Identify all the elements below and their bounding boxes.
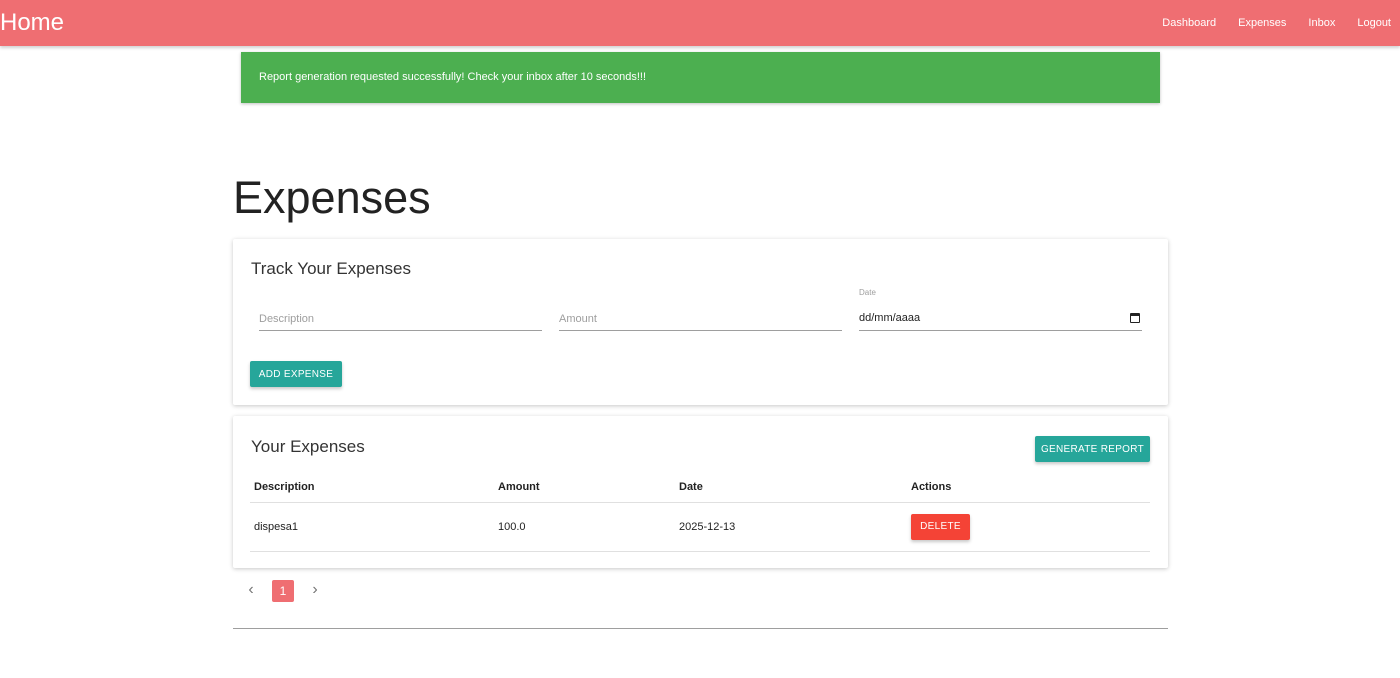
nav-links: Dashboard Expenses Inbox Logout: [1151, 0, 1400, 46]
form-card-title: Track Your Expenses: [251, 259, 412, 278]
cell-amount: 100.0: [494, 502, 675, 552]
page-title: Expenses: [233, 172, 431, 223]
date-input-value: dd/mm/aaaa: [859, 312, 921, 324]
description-input[interactable]: [259, 307, 542, 331]
success-alert: Report generation requested successfully…: [241, 52, 1160, 103]
nav-link-expenses[interactable]: Expenses: [1227, 0, 1297, 46]
chevron-left-icon[interactable]: ‹: [240, 580, 262, 602]
expenses-table: Description Amount Date Actions dispesa1…: [250, 472, 1150, 552]
header-actions: Actions: [907, 472, 1150, 503]
calendar-icon[interactable]: [1130, 313, 1140, 323]
home-brand-link[interactable]: Home: [0, 9, 64, 37]
footer-divider: [233, 628, 1168, 629]
delete-button[interactable]: DELETE: [911, 513, 970, 540]
list-card-title: Your Expenses: [251, 437, 365, 456]
expenses-list-card: Your Expenses GENERATE REPORT Descriptio…: [233, 416, 1168, 568]
nav-link-inbox[interactable]: Inbox: [1297, 0, 1346, 46]
cell-description: dispesa1: [250, 502, 494, 552]
add-expense-card: Track Your Expenses Date dd/mm/aaaa ADD …: [233, 239, 1168, 405]
amount-input[interactable]: [559, 307, 842, 331]
chevron-right-icon[interactable]: ›: [304, 580, 326, 602]
header-date: Date: [675, 472, 907, 503]
date-field-wrapper: Date dd/mm/aaaa: [859, 288, 1142, 332]
add-expense-button[interactable]: ADD EXPENSE: [250, 361, 342, 387]
cell-actions: DELETE: [907, 502, 1150, 552]
table-header-row: Description Amount Date Actions: [250, 472, 1150, 503]
navbar: Home Dashboard Expenses Inbox Logout: [0, 0, 1400, 46]
page-number-button[interactable]: 1: [272, 580, 294, 602]
header-description: Description: [250, 472, 494, 503]
header-amount: Amount: [494, 472, 675, 503]
date-label: Date: [859, 288, 876, 297]
cell-date: 2025-12-13: [675, 502, 907, 552]
generate-report-button[interactable]: GENERATE REPORT: [1035, 436, 1150, 462]
date-input[interactable]: dd/mm/aaaa: [859, 307, 1142, 331]
table-row: dispesa1 100.0 2025-12-13 DELETE: [250, 502, 1150, 552]
nav-link-logout[interactable]: Logout: [1346, 0, 1400, 46]
nav-link-dashboard[interactable]: Dashboard: [1151, 0, 1227, 46]
pagination: ‹ 1 ›: [240, 580, 326, 602]
